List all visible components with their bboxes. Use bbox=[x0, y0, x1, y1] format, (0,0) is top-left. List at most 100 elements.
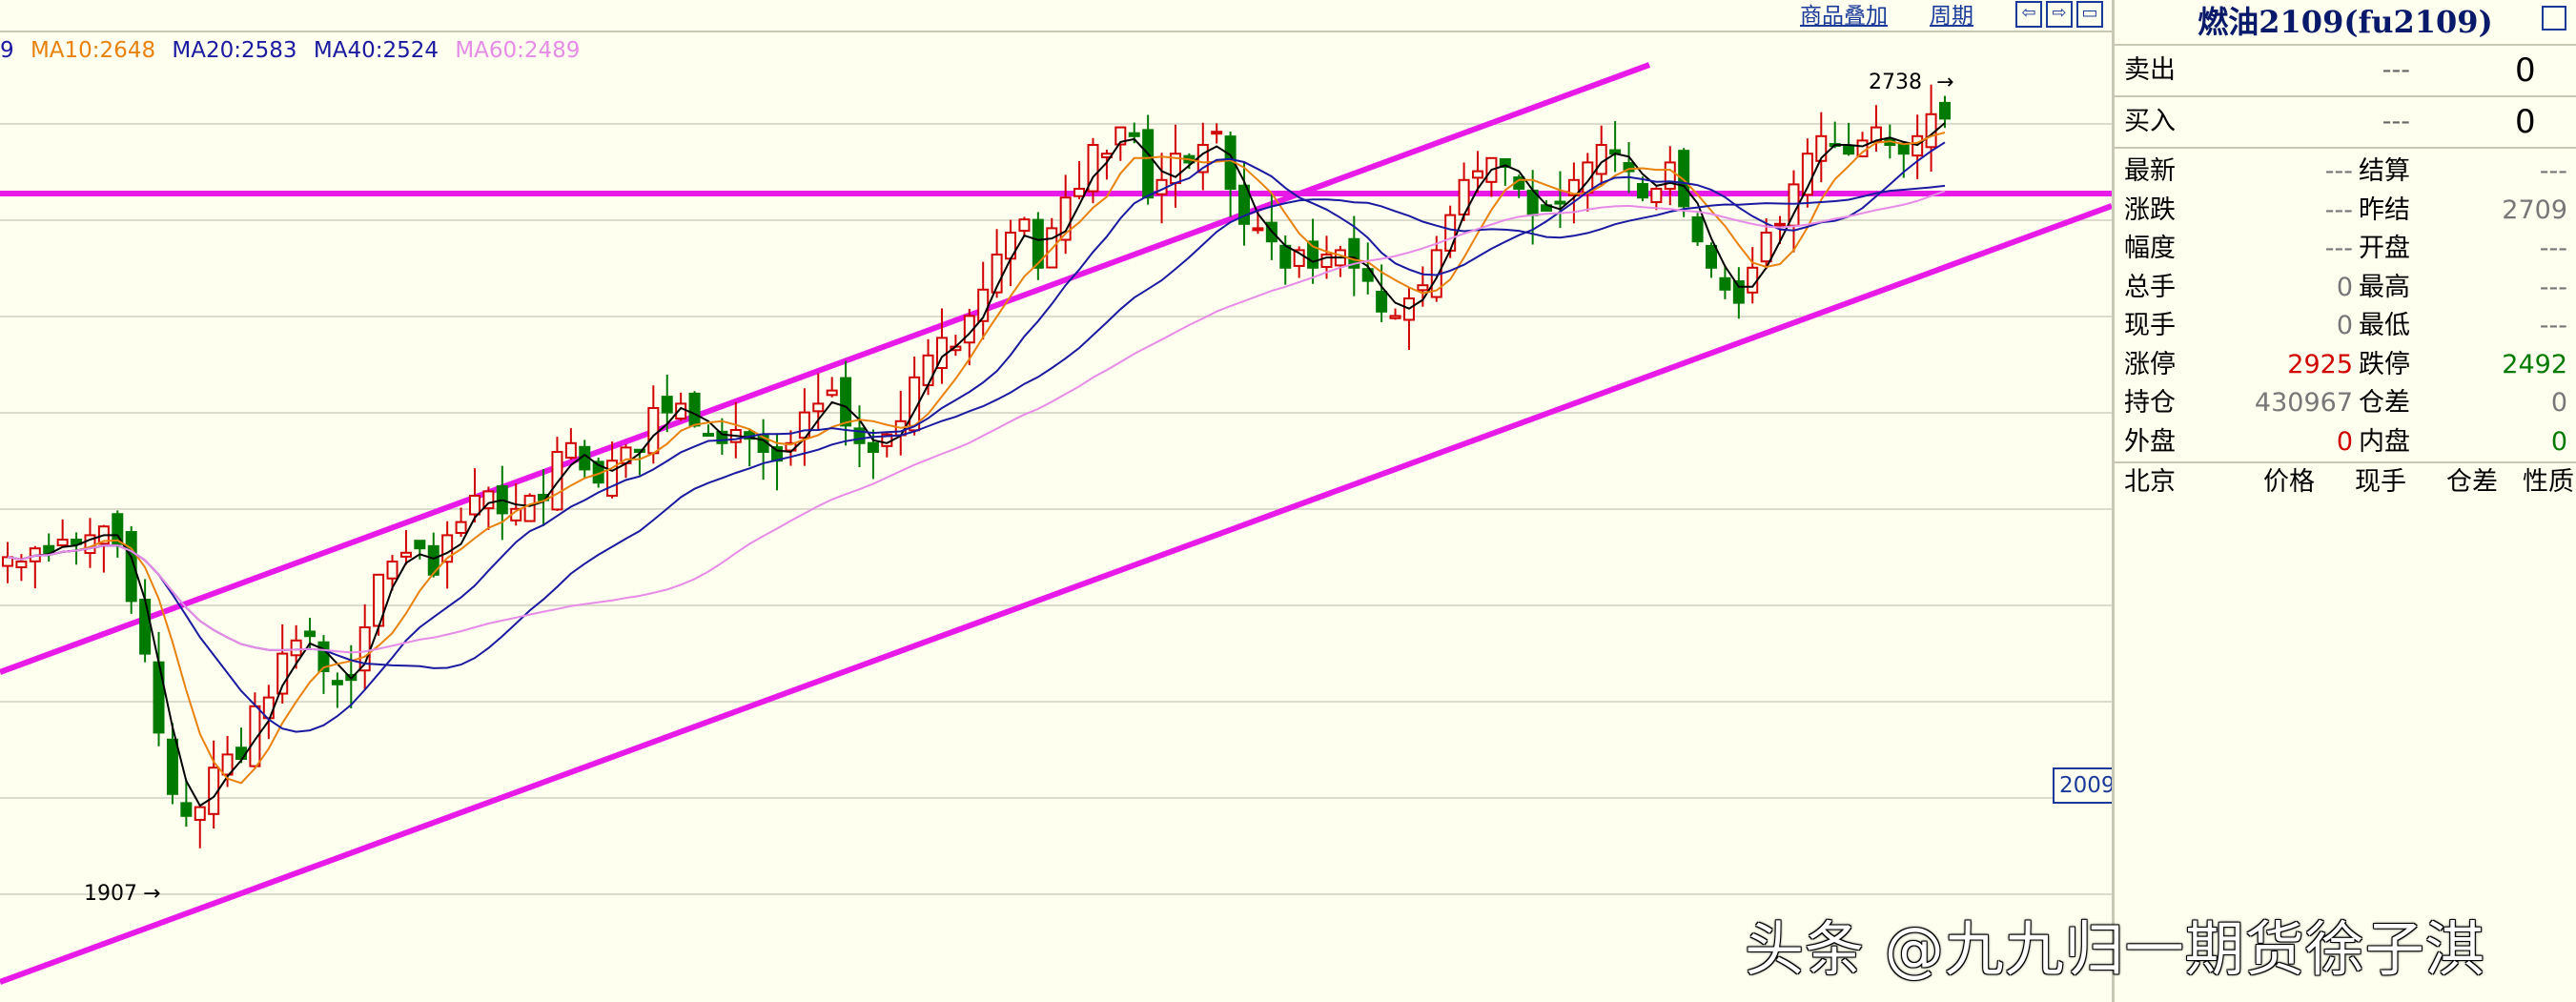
candle[interactable] bbox=[194, 806, 206, 821]
candle[interactable] bbox=[1760, 232, 1772, 263]
candle[interactable] bbox=[1897, 142, 1910, 155]
high-price-label: 2738 bbox=[1869, 71, 1922, 94]
candle[interactable] bbox=[414, 540, 426, 550]
quote-value: 430967 bbox=[2254, 388, 2353, 418]
candle[interactable] bbox=[1664, 161, 1676, 191]
channel-upper-line[interactable] bbox=[0, 62, 1651, 675]
candle[interactable] bbox=[235, 746, 247, 761]
candle[interactable] bbox=[826, 389, 838, 397]
candle[interactable] bbox=[702, 433, 714, 438]
kline-chart[interactable] bbox=[0, 0, 2112, 1002]
quote-label: 最高 bbox=[2359, 272, 2410, 302]
ma20-legend: MA20:2583 bbox=[172, 38, 297, 63]
candle[interactable] bbox=[1843, 145, 1855, 155]
candle[interactable] bbox=[386, 561, 399, 580]
candle[interactable] bbox=[1691, 215, 1704, 243]
candle[interactable] bbox=[1732, 280, 1745, 304]
candle[interactable] bbox=[331, 680, 343, 685]
candle[interactable] bbox=[1554, 200, 1566, 205]
quote-value: --- bbox=[2324, 156, 2353, 186]
candle[interactable] bbox=[551, 451, 563, 511]
candle[interactable] bbox=[1417, 284, 1429, 292]
ma-legend-fragment: 9 bbox=[0, 38, 14, 63]
quote-value: 0 bbox=[2550, 388, 2567, 418]
candle[interactable] bbox=[1747, 266, 1759, 294]
channel-lower-line[interactable] bbox=[0, 203, 2112, 985]
candle[interactable] bbox=[1320, 254, 1333, 269]
candle[interactable] bbox=[840, 377, 852, 427]
high-arrow-icon: → bbox=[1936, 71, 1954, 94]
kline-chart-area[interactable]: 9 MA10:2648 MA20:2583 MA40:2524 MA60:248… bbox=[0, 0, 2122, 1002]
ma10-line bbox=[7, 132, 1946, 785]
candle[interactable] bbox=[166, 738, 178, 795]
candle[interactable] bbox=[56, 539, 69, 547]
candle[interactable] bbox=[1856, 139, 1869, 158]
quote-row: 持仓 430967 仓差 0 bbox=[2115, 384, 2576, 423]
quote-label: 开盘 bbox=[2359, 234, 2410, 263]
candle[interactable] bbox=[1939, 101, 1951, 120]
candle[interactable] bbox=[1211, 131, 1223, 135]
candle[interactable] bbox=[647, 407, 660, 455]
candle[interactable] bbox=[564, 441, 577, 460]
quote-value: 0 bbox=[2550, 426, 2567, 457]
candle[interactable] bbox=[1719, 276, 1731, 291]
trade-list-header: 北京 价格 现手 仓差 性质 bbox=[2115, 463, 2576, 501]
quote-value: --- bbox=[2324, 234, 2353, 263]
candle[interactable] bbox=[523, 495, 536, 522]
candle[interactable] bbox=[922, 354, 934, 387]
candle[interactable] bbox=[139, 599, 152, 655]
ma60-line bbox=[7, 190, 1946, 654]
candle[interactable] bbox=[468, 495, 480, 516]
quote-row: 总手 0 最高 --- bbox=[2115, 269, 2576, 308]
candle[interactable] bbox=[1018, 218, 1031, 233]
candle[interactable] bbox=[1774, 222, 1787, 227]
candle[interactable] bbox=[153, 661, 165, 734]
candle[interactable] bbox=[1128, 132, 1140, 137]
quote-label: 仓差 bbox=[2359, 388, 2410, 418]
candle[interactable] bbox=[304, 630, 317, 638]
candle[interactable] bbox=[1636, 183, 1648, 199]
quote-label: 外盘 bbox=[2124, 426, 2176, 457]
low-arrow-icon: → bbox=[143, 882, 161, 906]
candle[interactable] bbox=[1706, 244, 1718, 269]
candle[interactable] bbox=[1472, 170, 1484, 179]
arrow-left-icon[interactable]: ⇦ bbox=[2015, 1, 2042, 28]
trade-col-oi-change: 仓差 bbox=[2446, 467, 2498, 497]
quote-grid: 最新 --- 结算 --- 涨跌 --- 昨结 2709 幅度 --- 开盘 --- 总手 0 最高 --- 现… bbox=[2115, 149, 2576, 463]
quote-value: --- bbox=[2539, 156, 2567, 186]
candle[interactable] bbox=[1650, 188, 1663, 204]
candle[interactable] bbox=[812, 402, 825, 413]
candle[interactable] bbox=[180, 802, 193, 817]
quote-value: 2925 bbox=[2287, 349, 2353, 379]
quote-label: 持仓 bbox=[2124, 388, 2176, 418]
ma-legend: 9 MA10:2648 MA20:2583 MA40:2524 MA60:248… bbox=[0, 38, 589, 63]
candle[interactable] bbox=[1073, 188, 1086, 197]
quote-label: 昨结 bbox=[2359, 194, 2410, 225]
overlay-button[interactable]: 商品叠加 bbox=[1800, 0, 1888, 32]
candle[interactable] bbox=[399, 551, 412, 558]
candle[interactable] bbox=[1279, 244, 1292, 269]
candle[interactable] bbox=[1444, 214, 1457, 252]
candle[interactable] bbox=[1376, 291, 1388, 313]
trade-col-nature: 性质 bbox=[2523, 467, 2574, 497]
sell-volume: 0 bbox=[2515, 51, 2536, 90]
quote-label: 最新 bbox=[2124, 156, 2176, 186]
window-icon[interactable]: ▭ bbox=[2076, 1, 2103, 28]
candle[interactable] bbox=[290, 639, 302, 657]
candle[interactable] bbox=[1142, 129, 1155, 199]
ma60-legend: MA60:2489 bbox=[455, 38, 581, 63]
candle[interactable] bbox=[1389, 315, 1401, 319]
candle[interactable] bbox=[1252, 227, 1264, 232]
candle[interactable] bbox=[661, 396, 673, 414]
candle[interactable] bbox=[867, 441, 879, 453]
candle[interactable] bbox=[455, 521, 467, 534]
maximize-icon[interactable] bbox=[2542, 6, 2566, 31]
ma10-legend: MA10:2648 bbox=[30, 38, 156, 63]
quote-value: --- bbox=[2324, 194, 2353, 225]
candle[interactable] bbox=[688, 392, 701, 427]
trade-col-location: 北京 bbox=[2124, 467, 2176, 497]
arrow-right-icon[interactable]: ⇨ bbox=[2046, 1, 2073, 28]
period-button[interactable]: 周期 bbox=[1930, 0, 1973, 32]
candle[interactable] bbox=[15, 561, 28, 569]
watermark: 头条 @九九归一期货徐子淇 bbox=[1745, 914, 2485, 984]
